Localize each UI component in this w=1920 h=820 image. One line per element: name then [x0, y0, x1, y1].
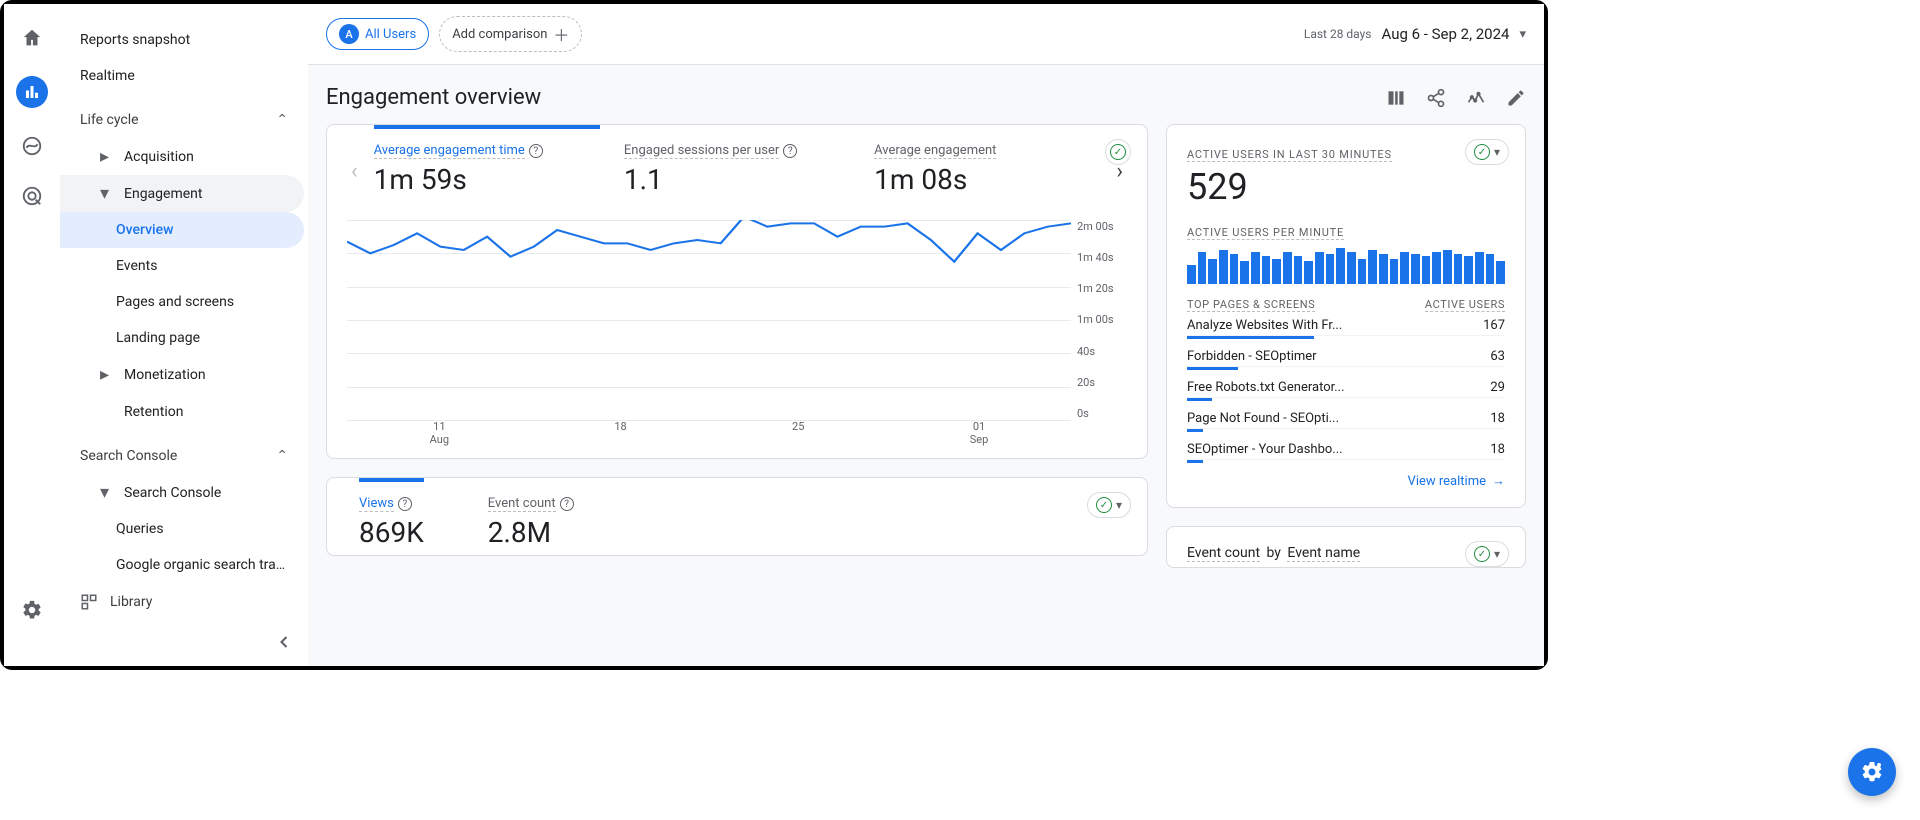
realtime-card: ✓▾ ACTIVE USERS IN LAST 30 MINUTES 529 A… — [1166, 124, 1526, 508]
data-quality-badge[interactable]: ✓▾ — [1087, 492, 1131, 518]
check-icon: ✓ — [1096, 497, 1112, 513]
check-icon: ✓ — [1474, 144, 1490, 160]
help-icon[interactable]: ? — [398, 497, 412, 511]
reports-icon[interactable] — [16, 76, 48, 108]
metrics-prev-arrow[interactable]: ‹ — [347, 143, 362, 200]
sidebar: Reports snapshot Realtime Life cycle⌃ ▸A… — [60, 4, 308, 666]
arrow-right-icon: → — [1492, 473, 1505, 489]
help-icon[interactable]: ? — [560, 497, 574, 511]
collapse-sidebar-icon[interactable] — [274, 632, 294, 652]
sidebar-retention[interactable]: ▸Retention — [60, 393, 304, 430]
sidebar-acquisition[interactable]: ▸Acquisition — [60, 138, 304, 175]
th-users: ACTIVE USERS — [1425, 298, 1505, 312]
dropdown-icon: ▾ — [1494, 145, 1500, 159]
metric-event-count[interactable]: Event count? 2.8M — [476, 496, 586, 549]
th-pages: TOP PAGES & SCREENS — [1187, 298, 1315, 312]
event-count-by-name-card: ✓▾ Event count by Event name — [1166, 526, 1526, 568]
settings-icon[interactable] — [20, 598, 44, 622]
sidebar-organic-search[interactable]: Google organic search traf... — [60, 547, 304, 583]
realtime-row[interactable]: Page Not Found - SEOpti...18 — [1187, 405, 1505, 429]
metric-avg-engagement[interactable]: Average engagement 1m 08s — [862, 143, 1112, 196]
title-row: Engagement overview — [308, 65, 1544, 124]
data-quality-badge[interactable]: ✓▾ — [1465, 139, 1509, 165]
dropdown-icon: ▾ — [1494, 547, 1500, 561]
explore-icon[interactable] — [20, 134, 44, 158]
page-title: Engagement overview — [326, 85, 541, 110]
views-events-card: ✓▾ Views? 869K Event count? 2.8M — [326, 477, 1148, 556]
metric-views[interactable]: Views? 869K — [347, 496, 436, 549]
sidebar-library[interactable]: Library — [60, 583, 308, 621]
event-count-label: Event count — [1187, 545, 1260, 562]
sidebar-search-console[interactable]: ▾Search Console — [60, 474, 304, 511]
caret-right-icon: ▸ — [100, 364, 114, 385]
metric-avg-engagement-time[interactable]: Average engagement time? 1m 59s — [362, 143, 612, 196]
topbar: A All Users Add comparison ＋ Last 28 day… — [308, 4, 1544, 65]
date-range-value: Aug 6 - Sep 2, 2024 — [1382, 25, 1510, 43]
view-realtime-link[interactable]: View realtime → — [1187, 473, 1505, 489]
sidebar-search-console-section[interactable]: Search Console⌃ — [60, 438, 304, 474]
sidebar-realtime[interactable]: Realtime — [60, 58, 304, 94]
chevron-up-icon: ⌃ — [276, 448, 288, 464]
compare-icon[interactable] — [1386, 88, 1406, 108]
realtime-row[interactable]: SEOptimer - Your Dashbo...18 — [1187, 436, 1505, 460]
caret-down-icon: ▾ — [100, 183, 114, 204]
data-quality-badge[interactable]: ✓▾ — [1465, 541, 1509, 567]
insights-icon[interactable] — [1466, 88, 1486, 108]
help-icon[interactable]: ? — [783, 144, 797, 158]
share-icon[interactable] — [1426, 88, 1446, 108]
chevron-up-icon: ⌃ — [276, 112, 288, 128]
sidebar-engagement[interactable]: ▾Engagement — [60, 175, 304, 212]
caret-right-icon: ▸ — [100, 146, 114, 167]
sidebar-pages-screens[interactable]: Pages and screens — [60, 284, 304, 320]
sidebar-landing-page[interactable]: Landing page — [60, 320, 304, 356]
event-name-label: Event name — [1287, 545, 1360, 562]
sidebar-overview[interactable]: Overview — [60, 212, 304, 248]
realtime-bar-chart — [1187, 248, 1505, 284]
sidebar-queries[interactable]: Queries — [60, 511, 304, 547]
plus-icon: ＋ — [553, 22, 569, 46]
sidebar-monetization[interactable]: ▸Monetization — [60, 356, 304, 393]
check-icon: ✓ — [1474, 546, 1490, 562]
audience-badge: A — [339, 24, 359, 44]
help-icon[interactable]: ? — [529, 144, 543, 158]
engagement-chart-card: ✓ ‹ Average engagement time? 1m 59s Enga… — [326, 124, 1148, 459]
sidebar-events[interactable]: Events — [60, 248, 304, 284]
realtime-per-minute-label: ACTIVE USERS PER MINUTE — [1187, 226, 1344, 240]
date-range-picker[interactable]: Last 28 days Aug 6 - Sep 2, 2024 ▾ — [1304, 25, 1526, 43]
icon-rail — [4, 4, 60, 666]
realtime-title: ACTIVE USERS IN LAST 30 MINUTES — [1187, 148, 1392, 162]
chip-all-users[interactable]: A All Users — [326, 18, 429, 50]
sidebar-life-cycle[interactable]: Life cycle⌃ — [60, 102, 304, 138]
edit-icon[interactable] — [1506, 88, 1526, 108]
sidebar-reports-snapshot[interactable]: Reports snapshot — [60, 22, 304, 58]
metric-engaged-sessions[interactable]: Engaged sessions per user? 1.1 — [612, 143, 862, 196]
caret-down-icon: ▾ — [100, 482, 114, 503]
realtime-row[interactable]: Analyze Websites With Fr...167 — [1187, 312, 1505, 336]
dropdown-icon: ▾ — [1519, 27, 1526, 42]
realtime-row[interactable]: Free Robots.txt Generator...29 — [1187, 374, 1505, 398]
home-icon[interactable] — [20, 26, 44, 50]
date-range-label: Last 28 days — [1304, 27, 1372, 41]
library-icon — [80, 593, 98, 611]
engagement-line-chart: 2m 00s1m 40s1m 20s1m 00s40s20s0s 11Aug18… — [347, 220, 1127, 440]
advertising-icon[interactable] — [20, 184, 44, 208]
chip-add-comparison[interactable]: Add comparison ＋ — [439, 16, 582, 52]
dropdown-icon: ▾ — [1116, 498, 1122, 512]
realtime-row[interactable]: Forbidden - SEOptimer63 — [1187, 343, 1505, 367]
main-content: A All Users Add comparison ＋ Last 28 day… — [308, 4, 1544, 666]
check-icon: ✓ — [1110, 144, 1126, 160]
data-quality-badge[interactable]: ✓ — [1105, 139, 1131, 165]
realtime-value: 529 — [1187, 166, 1505, 208]
